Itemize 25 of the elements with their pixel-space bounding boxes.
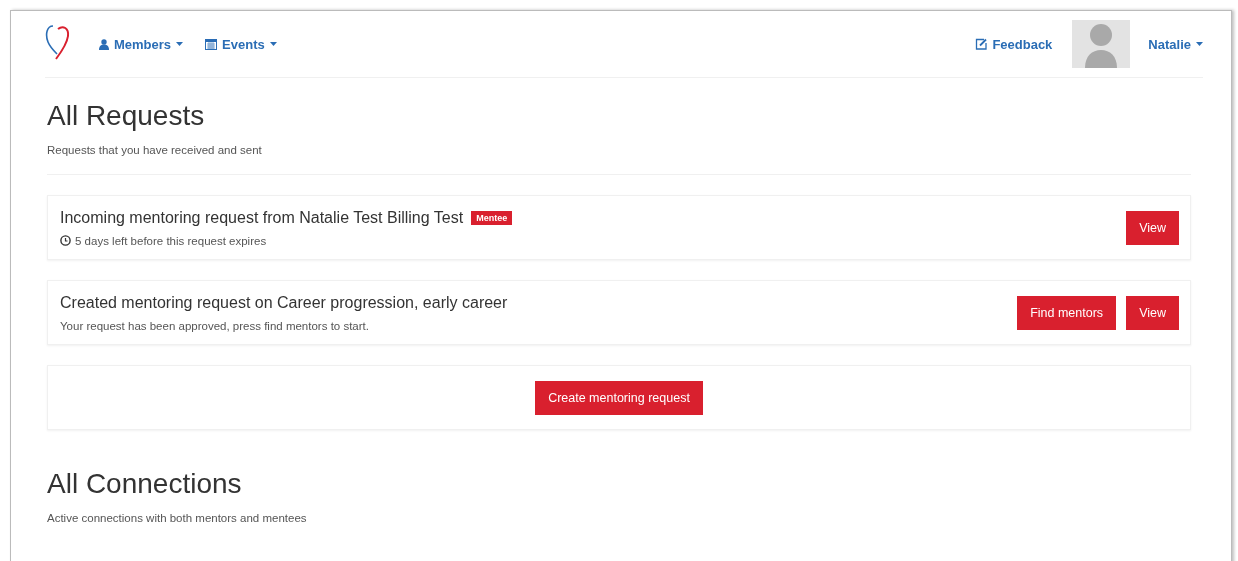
create-request-button[interactable]: Create mentoring request <box>535 380 703 415</box>
request-status: Your request has been approved, press find mentors to start. <box>60 319 369 332</box>
nav-menu[interactable]: Members <box>99 36 184 52</box>
person-silhouette-icon <box>1085 24 1118 68</box>
section-subtitle: Requests that you have received and sent <box>47 144 263 156</box>
request-title: Created mentoring request on Career progression, early career <box>60 293 508 312</box>
user-menu[interactable]: Natalie <box>1148 36 1203 52</box>
user-icon <box>99 38 109 50</box>
feedback-link[interactable]: Feedback <box>975 36 1053 52</box>
role-badge: Mentee <box>471 210 513 225</box>
section-subtitle: Active connections with both mentors and mentees <box>47 512 308 524</box>
caret-icon <box>176 42 184 46</box>
clock-icon <box>60 235 71 246</box>
action-button[interactable]: Find mentors <box>1017 295 1117 330</box>
action-button[interactable]: View <box>1126 210 1179 245</box>
calendar-icon <box>205 38 218 50</box>
section-heading: All Requests <box>47 100 206 132</box>
caret-icon <box>269 42 277 46</box>
action-button[interactable]: View <box>1126 295 1179 330</box>
request-status: 5 days left before this request expires <box>75 234 267 247</box>
nav-menu[interactable]: Events <box>205 36 277 52</box>
caret-icon <box>1196 42 1203 46</box>
section-heading: All Connections <box>47 468 243 500</box>
request-title: Incoming mentoring request from Natalie Test Billing Test <box>60 208 464 227</box>
edit-icon <box>975 38 988 50</box>
